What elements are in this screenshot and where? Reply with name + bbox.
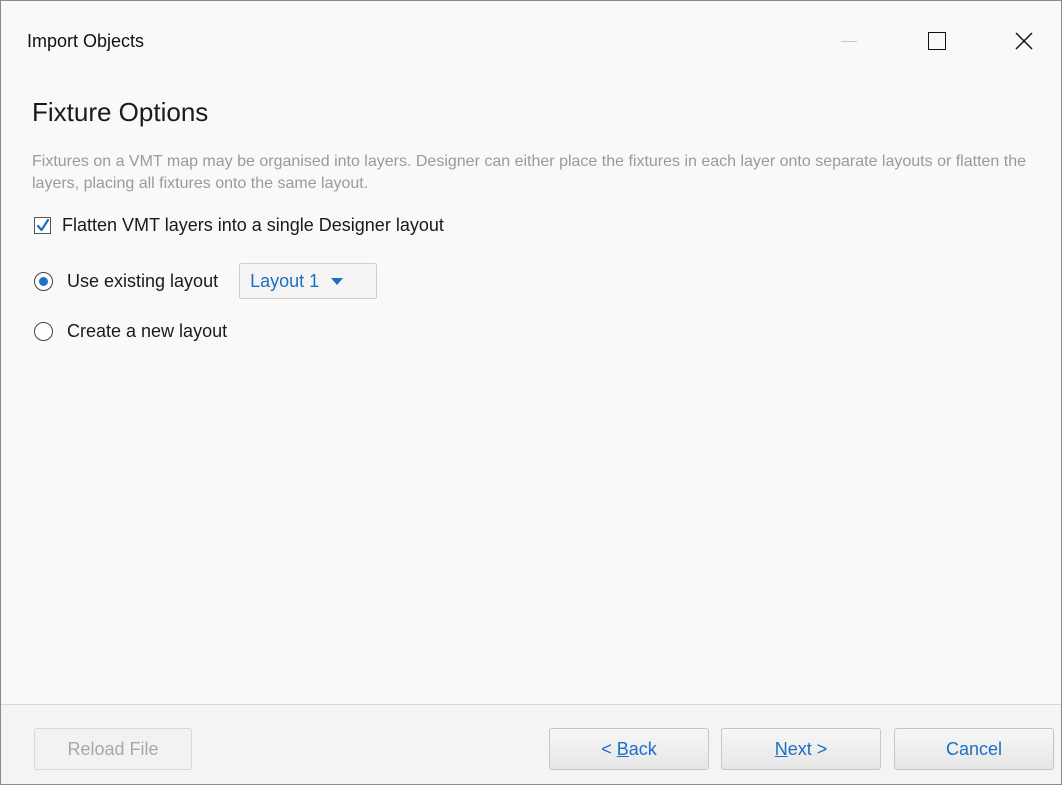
cancel-label: Cancel bbox=[945, 738, 1003, 759]
footer-bar: Reload File < Back Next > Cancel bbox=[1, 705, 1061, 784]
flatten-layers-checkbox[interactable] bbox=[34, 217, 51, 234]
use-existing-layout-option[interactable]: Use existing layout Layout 1 bbox=[34, 263, 378, 299]
create-new-layout-option[interactable]: Create a new layout bbox=[34, 321, 227, 342]
chevron-down-icon bbox=[331, 277, 344, 285]
back-prefix: < bbox=[601, 738, 617, 759]
flatten-layers-label: Flatten VMT layers into a single Designe… bbox=[62, 215, 444, 235]
next-button[interactable]: Next > bbox=[721, 728, 881, 770]
close-icon bbox=[1015, 32, 1033, 50]
maximize-button[interactable] bbox=[914, 21, 960, 61]
window-title: Import Objects bbox=[27, 31, 145, 51]
layout-dropdown-value: Layout 1 bbox=[250, 270, 320, 291]
cancel-button[interactable]: Cancel bbox=[894, 728, 1054, 770]
create-new-layout-label: Create a new layout bbox=[67, 321, 228, 341]
back-button[interactable]: < Back bbox=[549, 728, 709, 770]
next-mnemonic: N bbox=[774, 738, 788, 759]
use-existing-layout-radio[interactable] bbox=[34, 271, 53, 291]
close-button[interactable] bbox=[1001, 21, 1047, 61]
back-mnemonic: B bbox=[616, 738, 629, 759]
import-objects-window: Import Objects Fixture Options Fixtures … bbox=[0, 0, 1062, 785]
radio-selected-dot bbox=[39, 276, 48, 286]
title-bar: Import Objects bbox=[1, 1, 1061, 85]
minimize-icon bbox=[841, 40, 857, 42]
back-rest: ack bbox=[628, 738, 657, 759]
next-rest: ext > bbox=[787, 738, 828, 759]
layout-dropdown[interactable]: Layout 1 bbox=[239, 263, 378, 299]
flatten-layers-option[interactable]: Flatten VMT layers into a single Designe… bbox=[34, 215, 444, 236]
use-existing-layout-label: Use existing layout bbox=[67, 270, 219, 291]
checkmark-icon bbox=[36, 218, 50, 232]
minimize-button[interactable] bbox=[826, 21, 872, 61]
create-new-layout-radio[interactable] bbox=[34, 322, 53, 341]
reload-file-label: Reload File bbox=[67, 738, 159, 759]
maximize-icon bbox=[928, 32, 946, 50]
page-heading: Fixture Options bbox=[32, 97, 209, 127]
page-description: Fixtures on a VMT map may be organised i… bbox=[32, 153, 1027, 192]
reload-file-button[interactable]: Reload File bbox=[34, 728, 192, 770]
